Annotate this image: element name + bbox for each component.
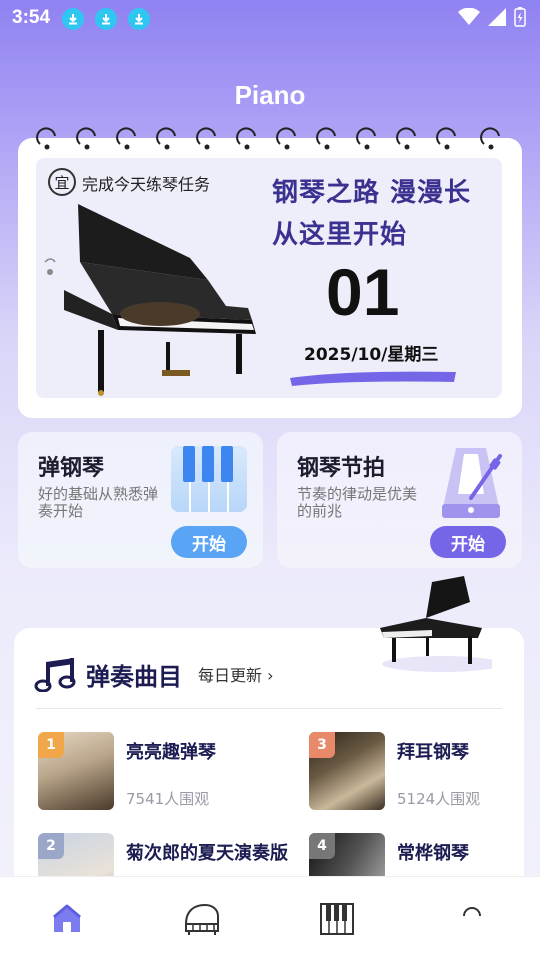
profile-icon [463,907,481,917]
rank-badge: 4 [309,833,335,859]
ring-icon [436,127,456,150]
song-thumbnail: 3 [309,732,385,810]
piano-beat-card[interactable]: 钢琴节拍 节奏的律动是优美的前兆 开始 [277,432,522,568]
play-piano-start-button[interactable]: 开始 [171,526,247,558]
status-time: 3:54 [12,7,51,28]
daily-update-label: 每日更新 [198,666,263,685]
ring-icon [36,127,56,150]
piano-beat-title: 钢琴节拍 [297,456,386,481]
song-name: 亮亮趣弹琴 [126,742,216,763]
piano-keys-icon [171,446,247,512]
play-piano-card[interactable]: 弹钢琴 好的基础从熟悉弹奏开始 开始 [18,432,263,568]
decorative-piano-image [380,576,492,672]
battery-icon [514,7,526,27]
song-item[interactable]: 1 亮亮趣弹琴 7541人围观 [38,732,278,812]
song-name: 菊次郎的夏天演奏版 [126,843,288,864]
chevron-right-icon: › [267,666,274,685]
ring-icon [76,127,96,150]
binder-rings [18,124,522,154]
page-title: Piano [234,80,306,110]
divider [36,708,502,709]
wifi-icon [458,8,480,25]
ring-icon [276,127,296,150]
music-note-icon [34,658,76,692]
ring-icon [356,127,376,150]
ring-icon [196,127,216,150]
song-views: 5124人围观 [397,790,481,808]
ring-icon [236,127,256,150]
metronome-icon [442,448,502,518]
yi-badge: 宜 [48,168,76,196]
play-piano-title: 弹钢琴 [38,456,105,481]
bottom-nav [0,876,540,960]
status-bar: 3:54 [0,0,540,36]
nav-piano[interactable] [182,899,222,939]
ring-icon [316,127,336,150]
daily-update-link[interactable]: 每日更新 › [198,662,274,686]
nav-home[interactable] [47,899,87,939]
ring-icon [396,127,416,150]
piano-beat-start-button[interactable]: 开始 [430,526,506,558]
calendar-page: 宜 完成今天练琴任务 钢琴之路 漫漫长 从这里开始 01 2025/10/星期三 [36,158,502,398]
rank-badge: 2 [38,833,64,859]
nav-profile[interactable] [452,899,492,939]
song-views: 7541人围观 [126,790,210,808]
slogan-line-2: 从这里开始 [272,220,408,250]
signal-icon [488,8,506,26]
rank-badge: 3 [309,732,335,758]
download-icon [128,8,150,30]
brush-stroke-decoration [290,371,456,386]
songs-title: 弹奏曲目 [86,662,182,691]
home-icon [53,904,81,932]
play-piano-desc: 好的基础从熟悉弹奏开始 [38,485,159,520]
ring-icon [480,127,500,150]
day-number: 01 [326,255,400,329]
slogan-line-1: 钢琴之路 漫漫长 [272,178,472,208]
song-name: 常桦钢琴 [397,843,469,864]
download-icon [95,8,117,30]
song-item[interactable]: 3 拜耳钢琴 5124人围观 [309,732,540,812]
nav-keyboard[interactable] [317,899,357,939]
download-icon [62,8,84,30]
ring-icon [156,127,176,150]
daily-calendar-card: 宜 完成今天练琴任务 钢琴之路 漫漫长 从这里开始 01 2025/10/星期三 [18,138,522,418]
songs-header: 弹奏曲目 每日更新 › [34,654,274,694]
piano-keys-icon [320,903,354,935]
daily-task-text: 完成今天练琴任务 [82,175,211,194]
song-thumbnail: 1 [38,732,114,810]
calendar-date: 2025/10/星期三 [304,345,439,365]
song-name: 拜耳钢琴 [397,742,469,763]
piano-beat-desc: 节奏的律动是优美的前兆 [297,485,418,520]
grand-piano-icon [184,903,219,935]
rank-badge: 1 [38,732,64,758]
ring-icon [116,127,136,150]
grand-piano-image [44,204,256,396]
